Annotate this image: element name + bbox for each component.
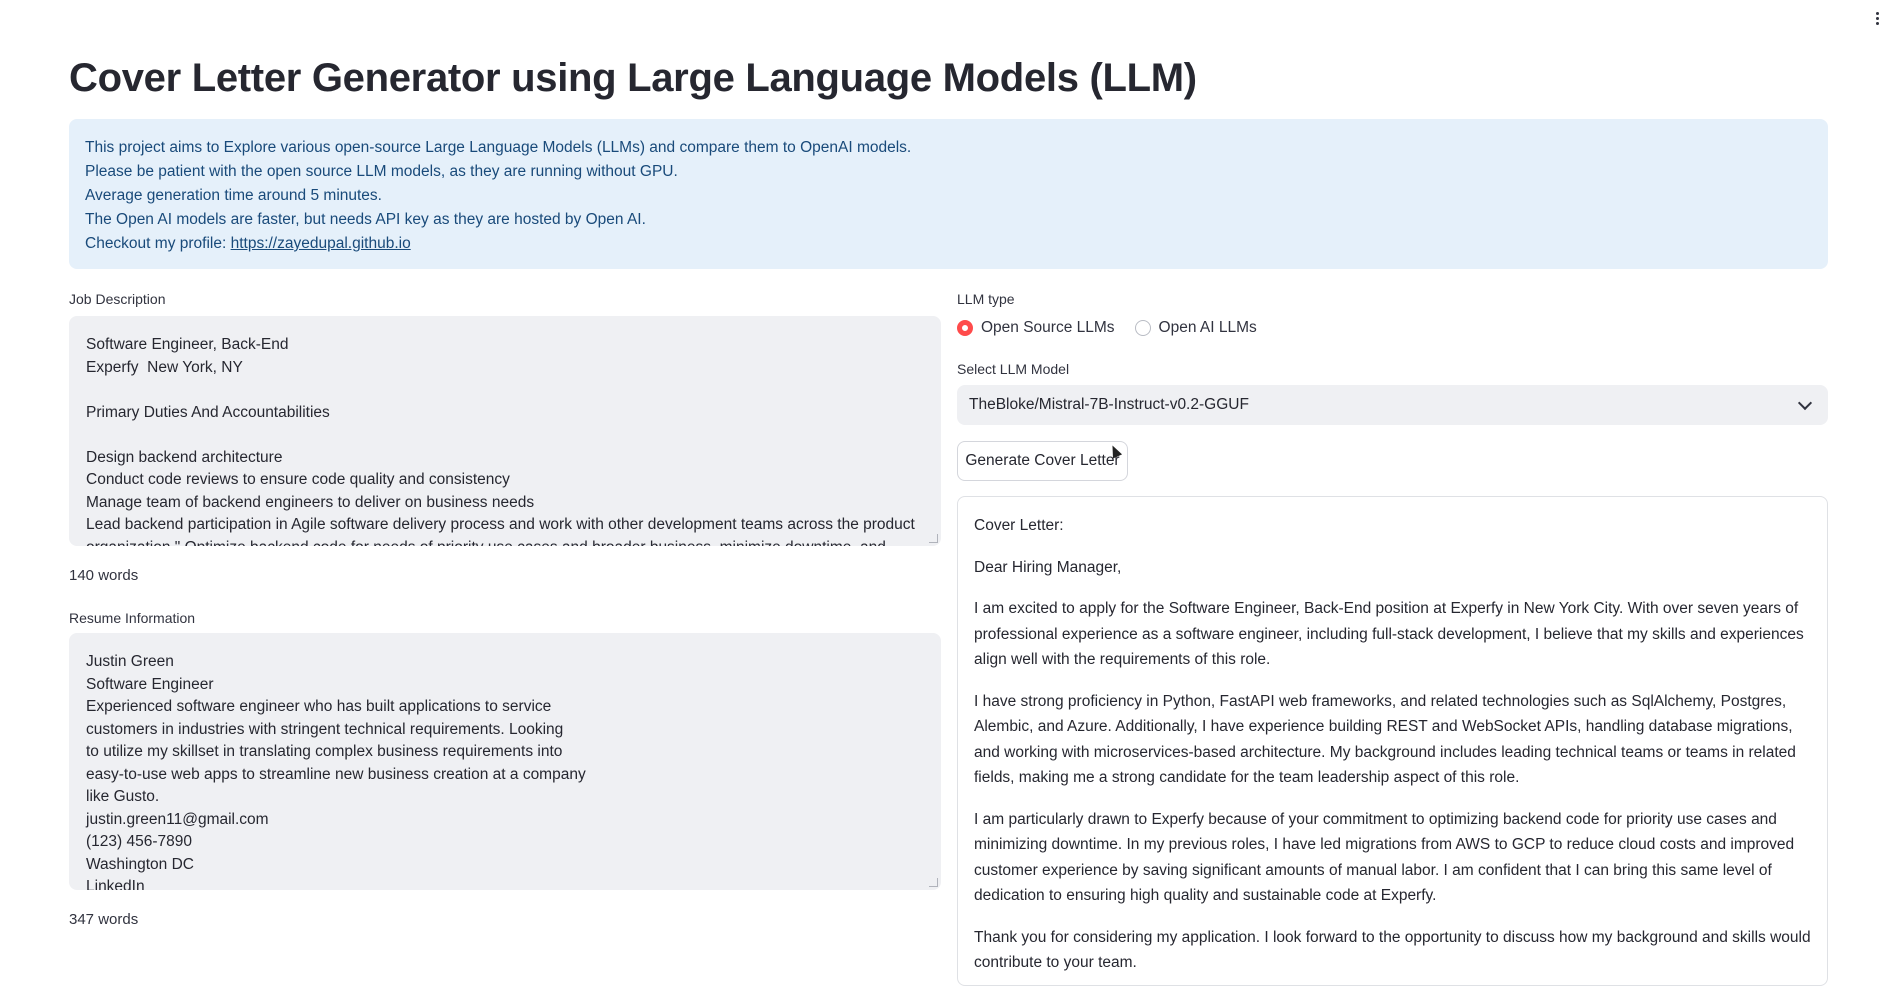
page-title: Cover Letter Generator using Large Langu… xyxy=(69,56,1197,100)
info-alert: This project aims to Explore various ope… xyxy=(69,119,1828,269)
cover-letter-paragraph: Cover Letter: xyxy=(974,517,1064,534)
resume-line: justin.green11@gmail.com xyxy=(86,810,269,828)
cover-letter-paragraph: I have strong proficiency in Python, Fas… xyxy=(974,692,1796,787)
resume-line: Washington DC xyxy=(86,855,194,873)
model-select-value: TheBloke/Mistral-7B-Instruct-v0.2-GGUF xyxy=(969,396,1249,413)
job-description-line: Design backend architecture xyxy=(86,448,283,466)
resize-handle[interactable] xyxy=(929,534,938,543)
radio-label: Open Source LLMs xyxy=(981,319,1115,336)
radio-unselected-icon xyxy=(1134,320,1151,336)
profile-link[interactable]: https://zayedupal.github.io xyxy=(231,235,411,252)
resume-word-count: 347 words xyxy=(69,911,139,928)
resume-line: Justin Green xyxy=(86,653,174,670)
job-description-line: Primary Duties And Accountabilities xyxy=(86,403,330,421)
chevron-down-icon xyxy=(1797,395,1813,411)
job-description-line: Lead backend participation in Agile soft… xyxy=(86,516,915,533)
resume-line: LinkedIn xyxy=(86,878,145,890)
job-description-line: Manage team of backend engineers to deli… xyxy=(86,493,535,511)
cover-letter-paragraph: I am excited to apply for the Software E… xyxy=(974,600,1804,668)
job-description-line xyxy=(86,379,924,402)
llm-type-label: LLM type xyxy=(957,291,1015,307)
cover-letter-output: Cover Letter: Dear Hiring Manager, I am ex… xyxy=(957,496,1828,986)
radio-open-source-llms[interactable]: Open Source LLMs xyxy=(957,319,1115,337)
cover-letter-paragraph: Thank you for considering my application… xyxy=(974,928,1811,972)
info-line: The Open AI models are faster, but needs… xyxy=(85,211,646,228)
resize-handle[interactable] xyxy=(929,878,938,887)
resume-textarea[interactable]: Justin Green Software Engineer Experienced… xyxy=(69,633,941,890)
resume-line: like Gusto. xyxy=(86,788,160,805)
job-description-line xyxy=(86,424,924,447)
radio-selected-icon xyxy=(957,320,973,336)
cover-letter-paragraph: I am particularly drawn to Experfy becau… xyxy=(974,810,1795,905)
job-description-line: organization " Optimize backend code for… xyxy=(86,537,924,547)
info-line: This project aims to Explore various ope… xyxy=(85,139,912,156)
model-select[interactable]: TheBloke/Mistral-7B-Instruct-v0.2-GGUF xyxy=(957,385,1828,425)
job-description-line: Conduct code reviews to ensure code qual… xyxy=(86,471,510,488)
profile-prefix: Checkout my profile: xyxy=(85,235,231,252)
main-menu-icon[interactable] xyxy=(1872,10,1882,30)
radio-open-ai-llms[interactable]: Open AI LLMs xyxy=(1134,319,1257,337)
resume-line: easy-to-use web apps to streamline new b… xyxy=(86,765,586,783)
info-line: Average generation time around 5 minutes… xyxy=(85,187,382,204)
job-description-textarea[interactable]: Software Engineer, Back-End Experfy New Y… xyxy=(69,316,941,546)
info-profile-line: Checkout my profile: https://zayedupal.g… xyxy=(85,232,1812,256)
resume-line: Experienced software engineer who has bu… xyxy=(86,698,552,715)
generate-cover-letter-button[interactable]: Generate Cover Letter xyxy=(957,441,1128,481)
resume-line: Software Engineer xyxy=(86,675,214,693)
resume-line: to utilize my skillset in translating co… xyxy=(86,743,563,760)
job-description-word-count: 140 words xyxy=(69,567,139,584)
resume-label: Resume Information xyxy=(69,610,196,626)
job-description-line: Experfy New York, NY xyxy=(86,358,243,376)
radio-label: Open AI LLMs xyxy=(1158,319,1257,336)
resume-line: customers in industries with stringent t… xyxy=(86,720,564,738)
info-line: Please be patient with the open source L… xyxy=(85,163,678,180)
model-select-label: Select LLM Model xyxy=(957,361,1070,377)
llm-type-radio-group: Open Source LLMs Open AI LLMs xyxy=(957,319,1257,337)
cover-letter-paragraph: Dear Hiring Manager, xyxy=(974,558,1122,576)
job-description-label: Job Description xyxy=(69,291,166,307)
job-description-line: Software Engineer, Back-End xyxy=(86,336,289,353)
resume-line: (123) 456-7890 xyxy=(86,833,192,850)
